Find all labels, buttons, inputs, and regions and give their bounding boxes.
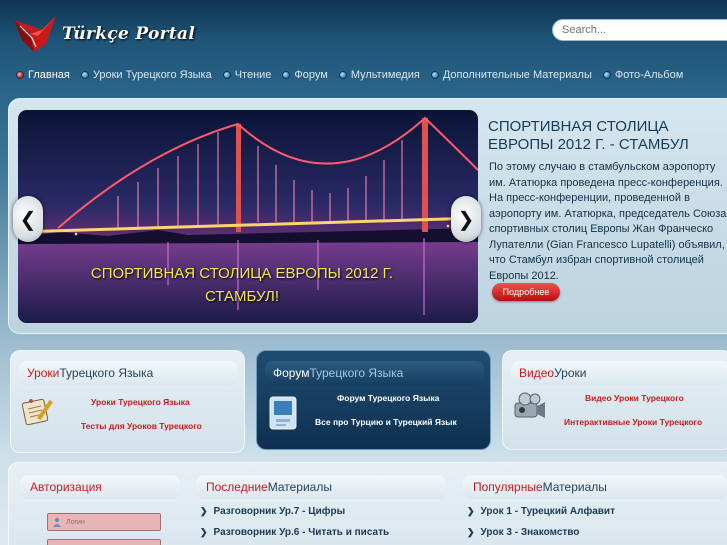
article-title[interactable]: СПОРТИВНАЯ СТОЛИЦА ЕВРОПЫ 2012 Г. - СТАМ… <box>488 118 727 154</box>
nav-label: Форум <box>294 69 328 81</box>
nav-bullet-icon <box>222 71 231 79</box>
nav-label: Главная <box>28 69 70 81</box>
forum-box: Форум Турецкого Языка Форум Турецкого Яз… <box>256 350 491 450</box>
slider-prev-button[interactable]: ❮ <box>13 196 43 242</box>
box-title-accent: Видео <box>519 366 555 380</box>
nav-bullet-icon <box>80 71 89 79</box>
nav-item-photo-album[interactable]: Фото-Альбом <box>602 69 684 81</box>
box-title-accent: Уроки <box>27 366 60 380</box>
logo-text[interactable]: Türkçe Portal <box>62 24 195 44</box>
popular-item-label: Урок 1 - Турецкий Алфавит <box>480 506 615 517</box>
video-box: Видео Уроки Видео Уроки Турецкого Интера… <box>502 350 727 450</box>
nav-item-multimedia[interactable]: Мультимедия <box>338 69 420 81</box>
nav-bullet-icon <box>602 71 611 79</box>
main-nav: Главная Уроки Турецкого Языка Чтение Фор… <box>16 66 694 84</box>
read-more-button[interactable]: Подробнее <box>492 283 560 301</box>
nav-bullet-icon <box>16 71 24 79</box>
nav-label: Уроки Турецкого Языка <box>92 69 212 81</box>
nav-label: Чтение <box>234 69 272 81</box>
box-title-rest: Турецкого Языка <box>309 366 404 380</box>
section-title-accent: Популярные <box>473 480 543 494</box>
latest-item[interactable]: ❯ Разговорник Ур.6 - Читать и писать <box>200 527 389 538</box>
nav-item-forum[interactable]: Форум <box>282 69 328 81</box>
chevron-right-icon: ❯ <box>200 506 208 516</box>
auth-title: Авторизация <box>30 480 102 494</box>
latest-item-label: Разговорник Ур.7 - Цифры <box>213 506 346 517</box>
nav-label: Фото-Альбом <box>614 69 684 81</box>
login-input[interactable] <box>66 518 146 526</box>
box-title-accent: Форум <box>273 366 310 380</box>
video-lessons-link[interactable]: Видео Уроки Турецкого <box>585 393 684 403</box>
computer-icon <box>267 395 301 436</box>
slide-caption: СПОРТИВНАЯ СТОЛИЦА ЕВРОПЫ 2012 Г. <box>90 265 394 282</box>
popular-item[interactable]: ❯ Урок 3 - Знакомство <box>467 527 579 538</box>
chevron-right-icon: ❯ <box>200 527 208 537</box>
nav-bullet-icon <box>282 71 291 79</box>
popular-item-label: Урок 3 - Знакомство <box>480 527 580 538</box>
latest-header: Последние Материалы <box>196 475 446 499</box>
auth-header: Авторизация <box>20 475 180 499</box>
nav-item-home[interactable]: Главная <box>16 69 70 81</box>
nav-item-lessons[interactable]: Уроки Турецкого Языка <box>80 69 212 81</box>
section-title-rest: Материалы <box>542 480 607 494</box>
slide-caption-line2: СТАМБУЛ! <box>204 288 280 305</box>
forum-box-header: Форум Турецкого Языка <box>265 361 484 385</box>
popular-item[interactable]: ❯ Урок 1 - Турецкий Алфавит <box>467 506 615 517</box>
interactive-lessons-link[interactable]: Интерактивные Уроки Турецкого <box>564 417 702 427</box>
user-icon <box>52 517 62 527</box>
latest-item-label: Разговорник Ур.6 - Читать и писать <box>213 527 390 538</box>
popular-header: Популярные Материалы <box>463 475 727 499</box>
latest-item[interactable]: ❯ Разговорник Ур.7 - Цифры <box>200 506 345 517</box>
lessons-box-header: Уроки Турецкого Языка <box>19 361 238 385</box>
nav-item-reading[interactable]: Чтение <box>222 69 272 81</box>
login-field[interactable] <box>47 513 161 531</box>
nav-item-extra-materials[interactable]: Дополнительные Материалы <box>430 69 592 81</box>
search-input[interactable] <box>552 19 727 41</box>
section-title-rest: Материалы <box>267 480 332 494</box>
nav-label: Мультимедия <box>350 69 420 81</box>
chevron-right-icon: ❯ <box>457 207 475 231</box>
nav-bullet-icon <box>430 71 439 79</box>
forum-link[interactable]: Форум Турецкого Языка <box>337 393 439 403</box>
turkey-info-link[interactable]: Все про Турцию и Турецкий Язык <box>315 417 457 427</box>
box-title-rest: Уроки <box>554 366 587 380</box>
box-title-rest: Турецкого Языка <box>59 366 154 380</box>
logo-icon[interactable] <box>12 14 58 54</box>
nav-label: Дополнительные Материалы <box>442 69 592 81</box>
lessons-link[interactable]: Уроки Турецкого Языка <box>91 397 190 407</box>
lessons-box: Уроки Турецкого Языка Уроки Турецкого Яз… <box>10 350 245 453</box>
chevron-left-icon: ❮ <box>19 207 37 231</box>
video-box-header: Видео Уроки <box>511 361 727 385</box>
nav-bullet-icon <box>338 71 347 79</box>
notepad-pencil-icon <box>21 395 55 430</box>
section-title-accent: Последние <box>206 480 268 494</box>
tests-link[interactable]: Тесты для Уроков Турецкого <box>81 421 202 431</box>
slider-next-button[interactable]: ❯ <box>451 196 481 242</box>
article-summary: По этому случаю в стамбульском аэропорту… <box>489 161 727 282</box>
video-camera-icon <box>513 391 547 428</box>
password-field[interactable] <box>47 539 161 545</box>
chevron-right-icon: ❯ <box>467 527 475 537</box>
chevron-right-icon: ❯ <box>467 506 475 516</box>
